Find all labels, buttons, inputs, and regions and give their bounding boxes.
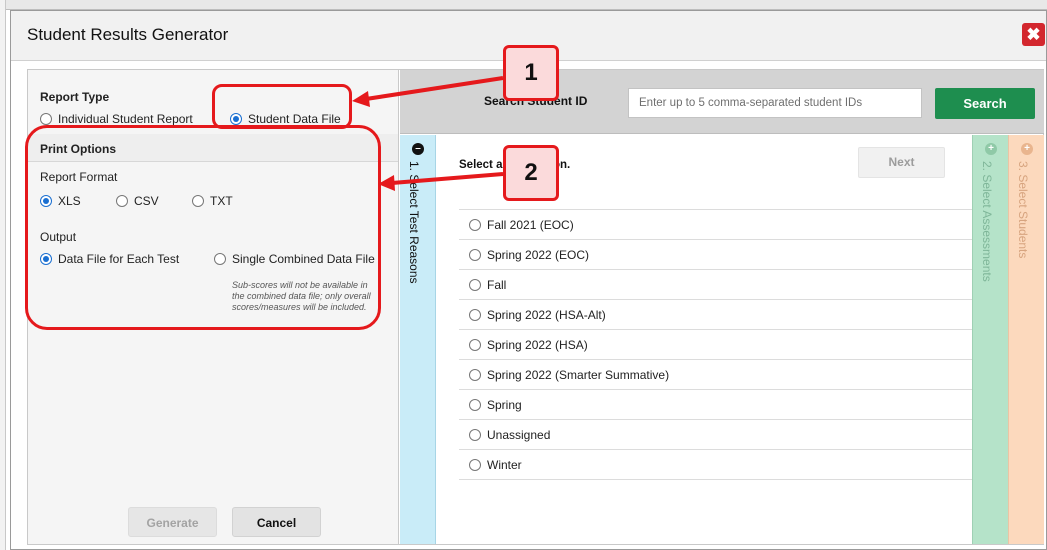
generate-button[interactable]: Generate bbox=[128, 507, 217, 537]
highlight-print-options bbox=[25, 125, 381, 330]
radio-icon bbox=[469, 308, 481, 321]
test-reason-label: Unassigned bbox=[487, 427, 551, 442]
test-reason-option[interactable]: Spring 2022 (Smarter Summative) bbox=[459, 360, 973, 390]
test-reason-label: Spring 2022 (HSA-Alt) bbox=[487, 307, 606, 322]
test-reason-option[interactable]: Spring 2022 (HSA) bbox=[459, 330, 973, 360]
test-reason-label: Fall 2021 (EOC) bbox=[487, 217, 574, 232]
radio-icon bbox=[469, 458, 481, 471]
test-reason-option[interactable]: Spring 2022 (HSA-Alt) bbox=[459, 300, 973, 330]
step-select-test-reasons-tab[interactable]: – 1. Select Test Reasons bbox=[400, 135, 436, 544]
minus-circle-icon: – bbox=[412, 143, 424, 155]
test-reason-option[interactable]: Fall 2021 (EOC) bbox=[459, 210, 973, 240]
radio-icon bbox=[469, 338, 481, 351]
radio-icon bbox=[40, 113, 52, 125]
plus-circle-icon: + bbox=[985, 143, 997, 155]
radio-icon bbox=[469, 248, 481, 261]
radio-icon bbox=[469, 278, 481, 291]
radio-label: Individual Student Report bbox=[58, 112, 193, 126]
background-window-edge-left bbox=[0, 0, 6, 550]
step-select-assessments-tab[interactable]: + 2. Select Assessments bbox=[972, 135, 1008, 544]
test-reason-label: Fall bbox=[487, 277, 507, 292]
test-reason-option[interactable]: Spring bbox=[459, 390, 973, 420]
test-reason-label: Spring bbox=[487, 397, 522, 412]
close-button[interactable]: ✖ bbox=[1022, 23, 1045, 46]
cancel-button[interactable]: Cancel bbox=[232, 507, 321, 537]
callout-1: 1 bbox=[503, 45, 559, 101]
background-window-edge bbox=[0, 0, 1047, 10]
test-reason-option[interactable]: Fall bbox=[459, 270, 973, 300]
test-reason-label: Spring 2022 (HSA) bbox=[487, 337, 588, 352]
student-id-search-input[interactable] bbox=[628, 88, 922, 118]
radio-icon bbox=[469, 398, 481, 411]
callout-2: 2 bbox=[503, 145, 559, 201]
step-label: 2. Select Assessments bbox=[980, 161, 994, 282]
search-button[interactable]: Search bbox=[935, 88, 1035, 119]
test-reason-label: Spring 2022 (Smarter Summative) bbox=[487, 367, 670, 382]
test-reason-option[interactable]: Unassigned bbox=[459, 420, 973, 450]
next-button[interactable]: Next bbox=[858, 147, 945, 178]
radio-icon bbox=[469, 368, 481, 381]
radio-icon bbox=[469, 428, 481, 441]
test-reason-option[interactable]: Spring 2022 (EOC) bbox=[459, 240, 973, 270]
dialog-title: Student Results Generator bbox=[27, 25, 229, 44]
step-label: 3. Select Students bbox=[1016, 161, 1030, 259]
highlight-student-data-file bbox=[212, 84, 352, 129]
radio-icon bbox=[469, 218, 481, 231]
test-reason-label: Winter bbox=[487, 457, 522, 472]
step-select-students-tab[interactable]: + 3. Select Students bbox=[1008, 135, 1044, 544]
test-reason-label: Spring 2022 (EOC) bbox=[487, 247, 590, 262]
plus-circle-icon: + bbox=[1021, 143, 1033, 155]
radio-individual-student-report[interactable]: Individual Student Report bbox=[40, 112, 193, 126]
search-bar: Search Student ID Search bbox=[400, 70, 1044, 134]
report-type-heading: Report Type bbox=[40, 90, 110, 104]
test-reason-option[interactable]: Winter bbox=[459, 450, 973, 480]
step-label: 1. Select Test Reasons bbox=[407, 161, 421, 284]
close-icon: ✖ bbox=[1026, 25, 1041, 44]
test-reason-list: Fall 2021 (EOC) Spring 2022 (EOC) Fall S… bbox=[459, 209, 973, 480]
